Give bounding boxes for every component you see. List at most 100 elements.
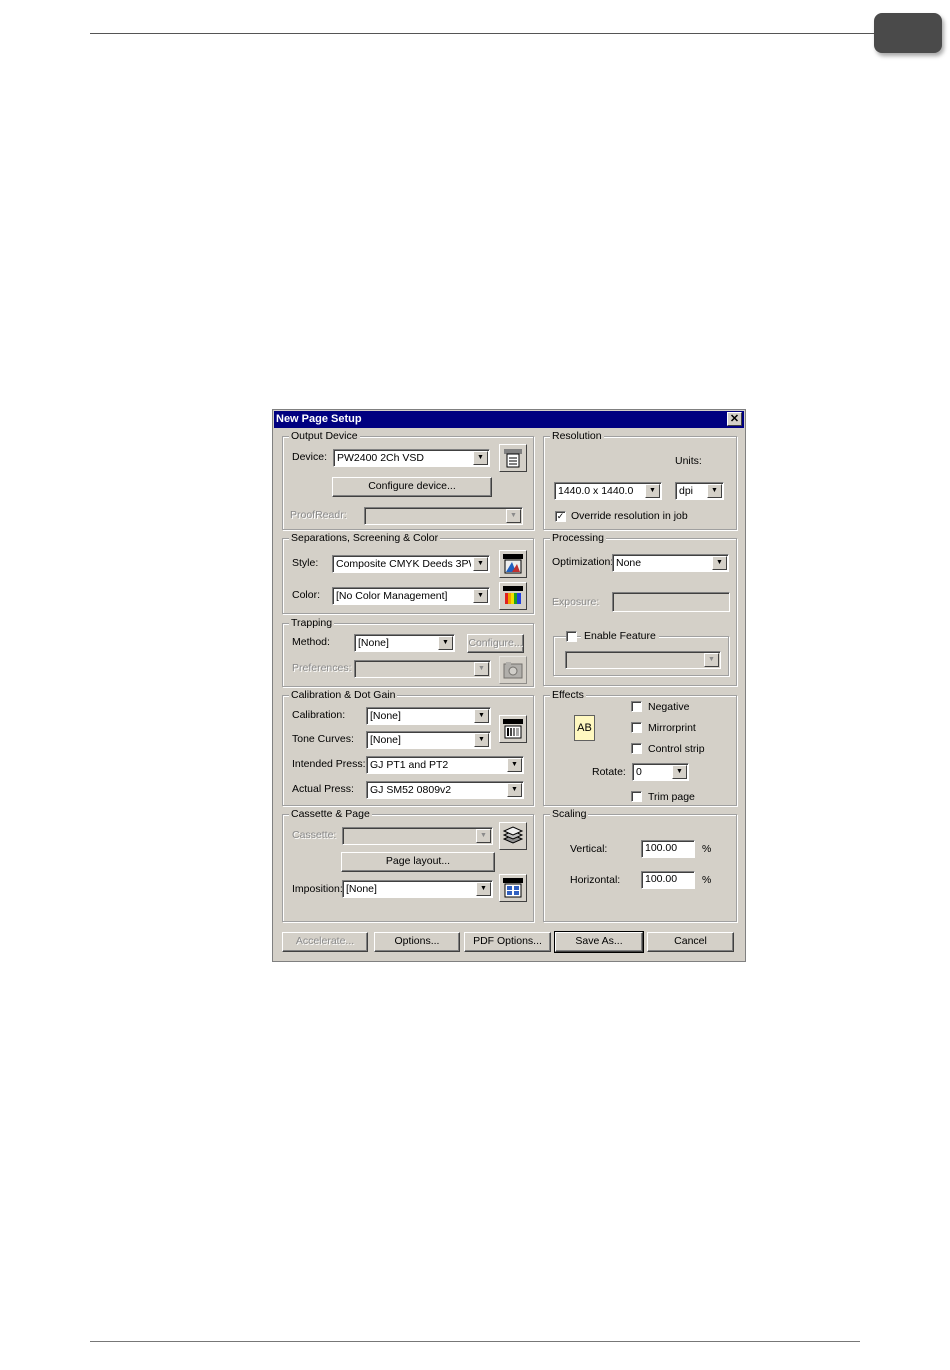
chevron-down-icon: ▼ xyxy=(712,556,727,570)
color-value: [No Color Management] xyxy=(336,590,448,602)
negative-checkbox[interactable] xyxy=(631,701,642,712)
tone-curves-select[interactable]: [None] ▼ xyxy=(366,731,491,749)
color-icon-button[interactable] xyxy=(499,582,527,610)
resolution-title: Resolution xyxy=(550,430,604,443)
chevron-down-icon: ▼ xyxy=(476,829,491,843)
units-value: dpi xyxy=(679,485,694,497)
processing-group: Processing Optimization: None ▼ Exposure… xyxy=(543,532,737,686)
calibration-group: Calibration & Dot Gain Calibration: [Non… xyxy=(282,689,534,806)
output-device-title: Output Device xyxy=(289,430,360,443)
trim-page-label: Trim page xyxy=(648,791,695,803)
tone-curves-value: [None] xyxy=(370,734,401,746)
mirrorprint-checkbox[interactable] xyxy=(631,722,642,733)
imposition-grid-icon xyxy=(503,878,523,898)
printer-device-icon xyxy=(504,449,522,468)
chevron-down-icon: ▼ xyxy=(473,589,488,603)
optimization-label: Optimization: xyxy=(552,556,614,568)
chevron-down-icon: ▼ xyxy=(707,484,722,498)
vertical-scale-field[interactable]: 100.00 xyxy=(641,840,695,858)
style-icon-button[interactable] xyxy=(499,550,527,578)
header-rule xyxy=(90,33,880,34)
chevron-down-icon: ▼ xyxy=(474,709,489,723)
save-as-button[interactable]: Save As... xyxy=(554,931,644,953)
chevron-down-icon: ▼ xyxy=(474,662,489,676)
units-select[interactable]: dpi ▼ xyxy=(675,482,724,500)
enable-feature-checkbox[interactable] xyxy=(566,631,577,642)
trapping-camera-icon xyxy=(503,662,523,679)
device-select[interactable]: PW2400 2Ch VSD ▼ xyxy=(333,449,490,467)
effects-preview-icon: AB xyxy=(574,715,595,741)
color-management-icon xyxy=(503,586,523,604)
optimization-select[interactable]: None ▼ xyxy=(612,554,729,572)
chapter-tab xyxy=(874,13,942,53)
cassette-group: Cassette & Page Cassette: ▼ Page layout.… xyxy=(282,808,534,922)
calibration-select[interactable]: [None] ▼ xyxy=(366,707,491,725)
override-resolution-checkbox[interactable]: ✓ xyxy=(555,511,566,522)
chevron-down-icon: ▼ xyxy=(704,653,719,667)
style-label: Style: xyxy=(292,557,319,569)
imposition-select[interactable]: [None] ▼ xyxy=(342,880,493,898)
style-select[interactable]: Composite CMYK Deeds 3PWIV ▼ xyxy=(332,555,490,573)
effects-preview-text: AB xyxy=(577,722,592,734)
page-layout-button[interactable]: Page layout... xyxy=(341,852,495,872)
horizontal-percent: % xyxy=(702,874,712,886)
enable-feature-label: Enable Feature xyxy=(581,628,659,644)
device-icon-button[interactable] xyxy=(499,444,527,472)
override-resolution-label: Override resolution in job xyxy=(571,510,688,522)
rotate-select[interactable]: 0 ▼ xyxy=(632,763,689,781)
vertical-percent: % xyxy=(702,843,712,855)
cassette-icon-button[interactable] xyxy=(499,822,527,850)
chevron-down-icon: ▼ xyxy=(672,765,687,779)
chevron-down-icon: ▼ xyxy=(507,783,522,797)
resolution-select[interactable]: 1440.0 x 1440.0 ▼ xyxy=(554,482,662,500)
options-button[interactable]: Options... xyxy=(374,932,460,952)
cancel-button[interactable]: Cancel xyxy=(647,932,734,952)
units-label: Units: xyxy=(675,455,702,467)
proofreadr-label: ProofReadr: xyxy=(290,509,347,521)
rotate-label: Rotate: xyxy=(592,766,626,778)
method-select[interactable]: [None] ▼ xyxy=(354,634,455,652)
scaling-title: Scaling xyxy=(550,808,589,821)
actual-press-label: Actual Press: xyxy=(292,783,354,795)
color-select[interactable]: [No Color Management] ▼ xyxy=(332,587,490,605)
horizontal-scale-field[interactable]: 100.00 xyxy=(641,871,695,889)
imposition-label: Imposition: xyxy=(292,883,343,895)
device-label: Device: xyxy=(292,451,328,463)
trim-page-checkbox[interactable] xyxy=(631,791,642,802)
checkmark-icon: ✓ xyxy=(556,511,565,521)
method-value: [None] xyxy=(358,637,389,649)
resolution-value: 1440.0 x 1440.0 xyxy=(558,485,634,497)
configure-device-button[interactable]: Configure device... xyxy=(332,477,492,497)
intended-press-select[interactable]: GJ PT1 and PT2 ▼ xyxy=(366,756,524,774)
actual-press-select[interactable]: GJ SM52 0809v2 ▼ xyxy=(366,781,524,799)
trapping-group: Trapping Method: [None] ▼ Configure... P… xyxy=(282,617,534,687)
accelerate-button: Accelerate... xyxy=(282,932,368,952)
enable-feature-group: Enable Feature ▼ xyxy=(553,628,729,676)
calibration-icon xyxy=(503,719,523,739)
chevron-down-icon: ▼ xyxy=(476,882,491,896)
chevron-down-icon: ▼ xyxy=(645,484,660,498)
processing-title: Processing xyxy=(550,532,606,545)
trapping-icon-button xyxy=(499,656,527,684)
trapping-configure-button: Configure... xyxy=(467,634,524,653)
imposition-icon-button[interactable] xyxy=(499,874,527,902)
cassette-select: ▼ xyxy=(342,827,493,845)
chevron-down-icon: ▼ xyxy=(438,636,453,650)
preferences-select: ▼ xyxy=(354,660,491,678)
pdf-options-button[interactable]: PDF Options... xyxy=(464,932,551,952)
proofreadr-select: ▼ xyxy=(364,507,523,525)
imposition-value: [None] xyxy=(346,883,377,895)
intended-press-label: Intended Press: xyxy=(292,758,366,770)
close-button[interactable]: ✕ xyxy=(727,412,742,426)
dialog-titlebar: New Page Setup ✕ xyxy=(274,411,744,428)
paper-stack-icon xyxy=(502,826,524,844)
control-strip-checkbox[interactable] xyxy=(631,743,642,754)
calibration-label: Calibration: xyxy=(292,709,346,721)
separations-title: Separations, Screening & Color xyxy=(289,532,441,545)
optimization-value: None xyxy=(616,557,642,569)
calibration-title: Calibration & Dot Gain xyxy=(289,689,398,702)
calibration-icon-button[interactable] xyxy=(499,715,527,743)
new-page-setup-dialog: New Page Setup ✕ Output Device Device: P… xyxy=(272,409,746,962)
chevron-down-icon: ▼ xyxy=(507,758,522,772)
exposure-label: Exposure: xyxy=(552,596,600,608)
